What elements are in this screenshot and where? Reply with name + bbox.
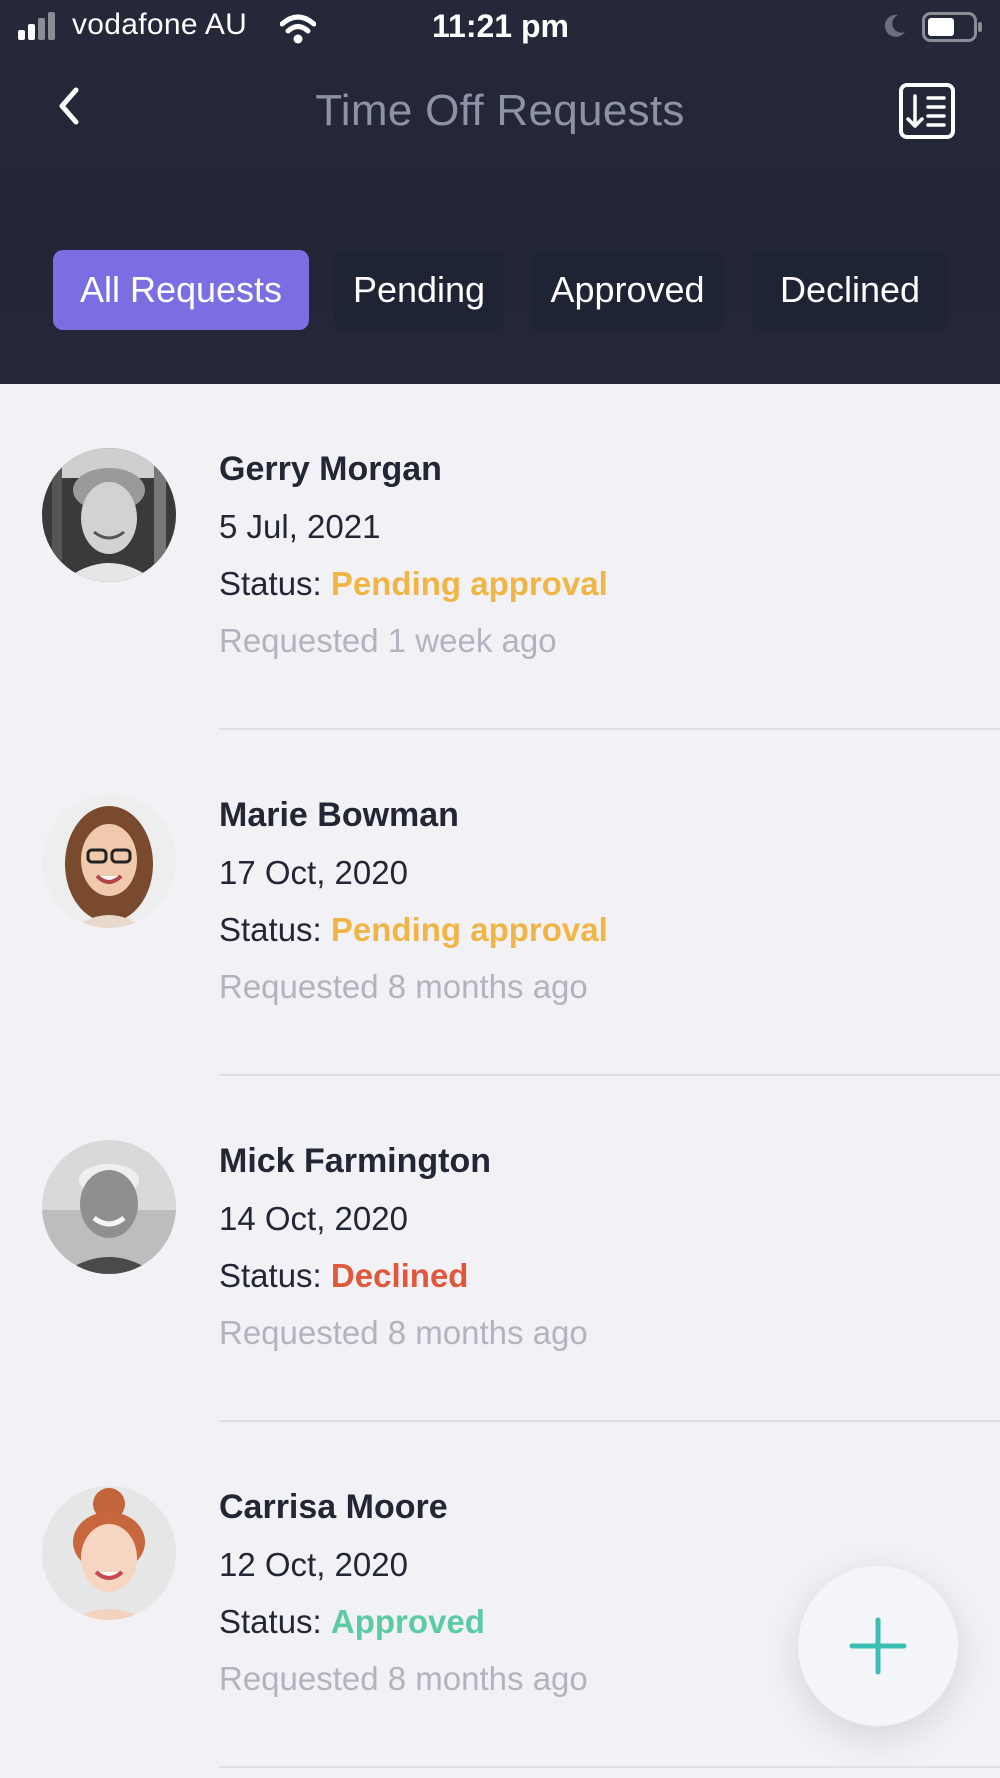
list-item[interactable]: Mick Farmington 14 Oct, 2020 Status: Dec… bbox=[0, 1076, 1000, 1422]
status-line: Status: Pending approval bbox=[219, 565, 608, 603]
status-badge: Pending approval bbox=[330, 911, 608, 948]
tab-all-requests[interactable]: All Requests bbox=[53, 250, 309, 330]
avatar bbox=[42, 1486, 176, 1620]
requested-time: Requested 8 months ago bbox=[219, 968, 588, 1005]
status-label: Status: bbox=[219, 911, 322, 948]
status-label: Status: bbox=[219, 565, 322, 602]
add-request-button[interactable] bbox=[798, 1566, 958, 1726]
status-label: Status: bbox=[219, 1603, 322, 1640]
signal-icon bbox=[18, 12, 55, 40]
moon-icon bbox=[884, 14, 905, 37]
divider bbox=[219, 1766, 1000, 1768]
request-date: 12 Oct, 2020 bbox=[219, 1546, 408, 1583]
status-bar: vodafone AU 11:21 pm bbox=[0, 0, 1000, 56]
status-time: 11:21 pm bbox=[432, 8, 569, 44]
plus-icon bbox=[849, 1617, 907, 1675]
list-item[interactable]: Marie Bowman 17 Oct, 2020 Status: Pendin… bbox=[0, 730, 1000, 1076]
request-date: 17 Oct, 2020 bbox=[219, 854, 408, 891]
requested-time: Requested 1 week ago bbox=[219, 622, 557, 659]
tab-declined[interactable]: Declined bbox=[752, 250, 948, 330]
avatar bbox=[42, 448, 176, 582]
tab-pending[interactable]: Pending bbox=[334, 250, 504, 330]
tab-approved[interactable]: Approved bbox=[530, 250, 725, 330]
status-line: Status: Declined bbox=[219, 1257, 468, 1295]
list-item[interactable]: Gerry Morgan 5 Jul, 2021 Status: Pending… bbox=[0, 384, 1000, 730]
status-line: Status: Pending approval bbox=[219, 911, 608, 949]
sort-list-icon[interactable] bbox=[898, 82, 958, 140]
status-badge: Pending approval bbox=[330, 565, 608, 602]
employee-name: Marie Bowman bbox=[219, 796, 459, 834]
employee-name: Mick Farmington bbox=[219, 1142, 492, 1180]
filter-tabs: All Requests Pending Approved Declined bbox=[0, 250, 1000, 332]
carrier-label: vodafone AU bbox=[72, 8, 248, 41]
status-label: Status: bbox=[219, 1257, 322, 1294]
avatar bbox=[42, 1140, 176, 1274]
employee-name: Carrisa Moore bbox=[219, 1488, 448, 1526]
request-date: 14 Oct, 2020 bbox=[219, 1200, 408, 1237]
employee-name: Gerry Morgan bbox=[219, 450, 442, 488]
avatar bbox=[42, 794, 176, 928]
request-date: 5 Jul, 2021 bbox=[219, 508, 381, 545]
page-title: Time Off Requests bbox=[315, 86, 685, 135]
status-badge: Declined bbox=[330, 1257, 469, 1294]
battery-icon bbox=[922, 12, 982, 42]
wifi-icon bbox=[280, 14, 316, 44]
requested-time: Requested 8 months ago bbox=[219, 1314, 588, 1351]
status-badge: Approved bbox=[330, 1603, 485, 1640]
status-line: Status: Approved bbox=[219, 1603, 485, 1641]
header: vodafone AU 11:21 pm Time Off Requests A… bbox=[0, 0, 1000, 384]
requested-time: Requested 8 months ago bbox=[219, 1660, 588, 1697]
